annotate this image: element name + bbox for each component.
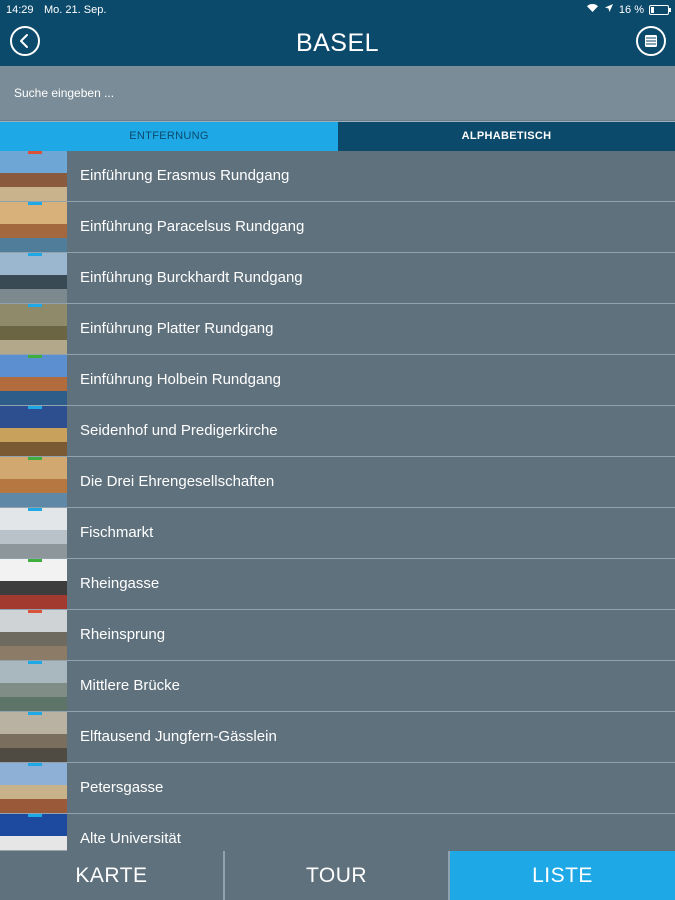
list-item[interactable]: Alte Universität (0, 814, 675, 851)
search-bar (0, 66, 675, 120)
thumbnail-image (0, 406, 67, 456)
status-marker (28, 661, 42, 664)
list-item[interactable]: Seidenhof und Predigerkirche (0, 406, 675, 457)
list-item[interactable]: Einführung Platter Rundgang (0, 304, 675, 355)
thumbnail-image (0, 763, 67, 813)
status-marker (28, 151, 42, 154)
status-marker (28, 508, 42, 511)
thumbnail-image (0, 253, 67, 303)
list-item-label: Petersgasse (80, 779, 164, 796)
status-time: 14:29 (6, 4, 34, 16)
status-marker (28, 304, 42, 307)
thumbnail-image (0, 202, 67, 252)
status-marker (28, 763, 42, 766)
thumbnail-image (0, 712, 67, 762)
status-marker (28, 406, 42, 409)
list-item-label: Die Drei Ehrengesellschaften (80, 473, 275, 490)
list-item[interactable]: Einführung Burckhardt Rundgang (0, 253, 675, 304)
list-item[interactable]: Die Drei Ehrengesellschaften (0, 457, 675, 508)
list-item[interactable]: Rheinsprung (0, 610, 675, 661)
list-item-label: Einführung Platter Rundgang (80, 320, 274, 337)
list-item-label: Einführung Holbein Rundgang (80, 371, 281, 388)
thumbnail-image (0, 508, 67, 558)
list-item[interactable]: Einführung Paracelsus Rundgang (0, 202, 675, 253)
location-arrow-icon (604, 3, 614, 16)
thumbnail-image (0, 151, 67, 201)
thumbnail-image (0, 304, 67, 354)
list-menu-icon (645, 35, 657, 47)
battery-icon (649, 4, 671, 15)
status-marker (28, 355, 42, 358)
wifi-icon (586, 3, 599, 16)
status-marker (28, 457, 42, 460)
thumbnail-image (0, 661, 67, 711)
list-item-label: Einführung Burckhardt Rundgang (80, 269, 303, 286)
bottom-navigation: KARTE TOUR LISTE (0, 851, 675, 900)
battery-percent: 16 % (618, 3, 644, 16)
list-item[interactable]: Einführung Erasmus Rundgang (0, 151, 675, 202)
status-marker (28, 253, 42, 256)
thumbnail-image (0, 610, 67, 660)
list-item-label: Rheinsprung (80, 626, 166, 643)
list-item-label: Elftausend Jungfern-Gässlein (80, 728, 277, 745)
tab-distance[interactable]: ENTFERNUNG (0, 122, 338, 151)
list-item-label: Mittlere Brücke (80, 677, 181, 694)
thumbnail-image (0, 559, 67, 609)
list-item[interactable]: Mittlere Brücke (0, 661, 675, 712)
menu-button[interactable] (636, 26, 666, 56)
list-item-label: Fischmarkt (80, 524, 154, 541)
map-button[interactable]: KARTE (0, 851, 225, 900)
thumbnail-image (0, 355, 67, 405)
list-item-label: Seidenhof und Predigerkirche (80, 422, 278, 439)
status-marker (28, 202, 42, 205)
poi-list: Einführung Erasmus Rundgang Einführung Pa… (0, 151, 675, 851)
status-indicators: 16 % (586, 3, 671, 16)
status-marker (28, 559, 42, 562)
list-item[interactable]: Elftausend Jungfern-Gässlein (0, 712, 675, 763)
page-title: BASEL (295, 29, 380, 57)
tab-alphabetical[interactable]: ALPHABETISCH (338, 122, 675, 151)
list-item[interactable]: Rheingasse (0, 559, 675, 610)
status-marker (28, 712, 42, 715)
list-item-label: Einführung Erasmus Rundgang (80, 167, 290, 184)
list-item[interactable]: Einführung Holbein Rundgang (0, 355, 675, 406)
status-bar: 14:29 Mo. 21. Sep. 16 % (0, 0, 675, 20)
list-item-label: Alte Universität (80, 830, 181, 847)
list-item-label: Einführung Paracelsus Rundgang (80, 218, 305, 235)
app-header: BASEL (0, 20, 675, 66)
sort-tabs: ENTFERNUNG ALPHABETISCH (0, 121, 675, 151)
status-marker (28, 814, 42, 817)
status-marker (28, 610, 42, 613)
search-input[interactable] (0, 66, 675, 120)
tour-button[interactable]: TOUR (225, 851, 450, 900)
list-item[interactable]: Fischmarkt (0, 508, 675, 559)
list-item[interactable]: Petersgasse (0, 763, 675, 814)
thumbnail-image (0, 814, 67, 851)
list-button[interactable]: LISTE (450, 851, 675, 900)
status-date: Mo. 21. Sep. (44, 4, 107, 16)
list-item-label: Rheingasse (80, 575, 160, 592)
thumbnail-image (0, 457, 67, 507)
